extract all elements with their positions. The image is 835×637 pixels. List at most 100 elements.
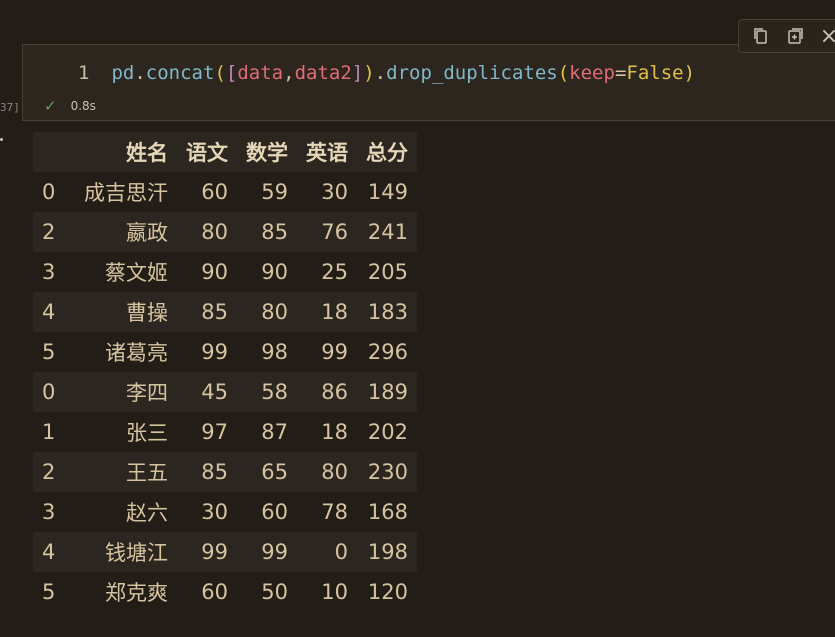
notebook-page: × 37] 1 pd.concat([data,data2]).drop_dupl… bbox=[0, 0, 835, 637]
table-cell: 98 bbox=[261, 340, 288, 364]
dataframe-output: 姓名 语文 数学 英语 总分 0 成吉思汗 60 59 30 149 2 嬴政 … bbox=[33, 132, 417, 612]
code-token: pd bbox=[111, 62, 135, 84]
table-cell: 59 bbox=[261, 180, 288, 204]
table-cell: 149 bbox=[367, 180, 408, 204]
table-cell: 3 bbox=[42, 260, 56, 284]
code-token: ( bbox=[214, 62, 226, 84]
code-token: drop_duplicates bbox=[386, 62, 558, 84]
table-cell: 85 bbox=[261, 220, 288, 244]
table-cell: 18 bbox=[321, 300, 348, 324]
table-cell: 0 bbox=[42, 180, 56, 204]
table-cell: 198 bbox=[367, 540, 408, 564]
table-row: 1 张三 97 87 18 202 bbox=[33, 412, 417, 452]
table-cell: 25 bbox=[321, 260, 348, 284]
code-token: keep bbox=[569, 62, 615, 84]
cell-toolbar: × bbox=[738, 19, 835, 53]
code-token: False bbox=[626, 62, 684, 84]
table-header-cell: 英语 bbox=[306, 141, 348, 165]
table-cell: 成吉思汗 bbox=[84, 181, 168, 205]
table-cell: 赵六 bbox=[126, 501, 168, 525]
line-number: 1 bbox=[78, 62, 90, 84]
code-token: = bbox=[614, 62, 627, 84]
table-cell: 183 bbox=[367, 300, 408, 324]
table-cell: 蔡文姬 bbox=[105, 261, 168, 285]
table-cell: 58 bbox=[261, 380, 288, 404]
table-cell: 80 bbox=[321, 460, 348, 484]
table-cell: 90 bbox=[261, 260, 288, 284]
table-cell: 4 bbox=[42, 540, 56, 564]
table-row: 5 诸葛亮 99 98 99 296 bbox=[33, 332, 417, 372]
table-cell: 99 bbox=[321, 340, 348, 364]
code-token: . bbox=[374, 62, 387, 84]
execution-status: ✓ 0.8s bbox=[44, 97, 96, 115]
table-cell: 30 bbox=[201, 500, 228, 524]
check-icon: ✓ bbox=[44, 97, 57, 115]
table-cell: 45 bbox=[201, 380, 228, 404]
table-cell: 99 bbox=[201, 340, 228, 364]
table-cell: 168 bbox=[367, 500, 408, 524]
table-cell: 1 bbox=[42, 420, 56, 444]
table-row: 3 赵六 30 60 78 168 bbox=[33, 492, 417, 532]
table-cell: 4 bbox=[42, 300, 56, 324]
table-cell: 2 bbox=[42, 460, 56, 484]
table-cell: 5 bbox=[42, 340, 56, 364]
table-cell: 120 bbox=[367, 580, 408, 604]
output-marker bbox=[0, 138, 3, 141]
table-cell: 5 bbox=[42, 580, 56, 604]
table-header-cell: 总分 bbox=[366, 141, 408, 165]
table-cell: 85 bbox=[201, 460, 228, 484]
table-cell: 0 bbox=[42, 380, 56, 404]
table-row: 5 郑克爽 60 50 10 120 bbox=[33, 572, 417, 612]
table-row: 2 嬴政 80 85 76 241 bbox=[33, 212, 417, 252]
code-token: [ bbox=[225, 62, 238, 84]
table-cell: 97 bbox=[201, 420, 228, 444]
table-cell: 60 bbox=[261, 500, 288, 524]
table-row: 0 李四 45 58 86 189 bbox=[33, 372, 417, 412]
table-header-cell: 姓名 bbox=[126, 141, 168, 165]
execution-time: 0.8s bbox=[70, 99, 96, 113]
code-token: data2 bbox=[294, 62, 352, 84]
table-row: 4 钱塘江 99 99 0 198 bbox=[33, 532, 417, 572]
table-row: 3 蔡文姬 90 90 25 205 bbox=[33, 252, 417, 292]
table-cell: 30 bbox=[321, 180, 348, 204]
table-header-row: 姓名 语文 数学 英语 总分 bbox=[33, 132, 417, 172]
split-cell-icon[interactable] bbox=[781, 23, 809, 49]
table-cell: 李四 bbox=[126, 381, 168, 405]
table-row: 0 成吉思汗 60 59 30 149 bbox=[33, 172, 417, 212]
close-icon[interactable]: × bbox=[815, 23, 835, 49]
table-cell: 189 bbox=[367, 380, 408, 404]
table-header-cell: 数学 bbox=[246, 141, 288, 165]
close-glyph: × bbox=[819, 23, 835, 49]
copy-icon[interactable] bbox=[747, 23, 775, 49]
table-header-cell: 语文 bbox=[186, 141, 228, 165]
table-cell: 78 bbox=[321, 500, 348, 524]
table-cell: 0 bbox=[334, 540, 348, 564]
table-header-cell bbox=[33, 132, 75, 172]
table-cell: 99 bbox=[201, 540, 228, 564]
code-token: , bbox=[283, 62, 295, 84]
code-token: concat bbox=[145, 62, 215, 84]
table-cell: 王五 bbox=[126, 461, 168, 485]
table-cell: 80 bbox=[261, 300, 288, 324]
execution-count: 37] bbox=[0, 101, 20, 114]
table-cell: 65 bbox=[261, 460, 288, 484]
code-editor-line[interactable]: 1 pd.concat([data,data2]).drop_duplicates… bbox=[78, 62, 695, 84]
table-cell: 87 bbox=[261, 420, 288, 444]
table-cell: 205 bbox=[367, 260, 408, 284]
code-token: ( bbox=[557, 62, 570, 84]
table-cell: 230 bbox=[367, 460, 408, 484]
table-cell: 3 bbox=[42, 500, 56, 524]
table-cell: 85 bbox=[201, 300, 228, 324]
table-cell: 60 bbox=[201, 180, 228, 204]
table-cell: 张三 bbox=[126, 421, 168, 445]
code-token: ) bbox=[683, 62, 696, 84]
table-cell: 76 bbox=[321, 220, 348, 244]
table-cell: 60 bbox=[201, 580, 228, 604]
table-cell: 郑克爽 bbox=[105, 581, 168, 605]
table-cell: 296 bbox=[367, 340, 408, 364]
table-row: 4 曹操 85 80 18 183 bbox=[33, 292, 417, 332]
table-cell: 10 bbox=[321, 580, 348, 604]
table-row: 2 王五 85 65 80 230 bbox=[33, 452, 417, 492]
table-cell: 99 bbox=[261, 540, 288, 564]
table-cell: 80 bbox=[201, 220, 228, 244]
